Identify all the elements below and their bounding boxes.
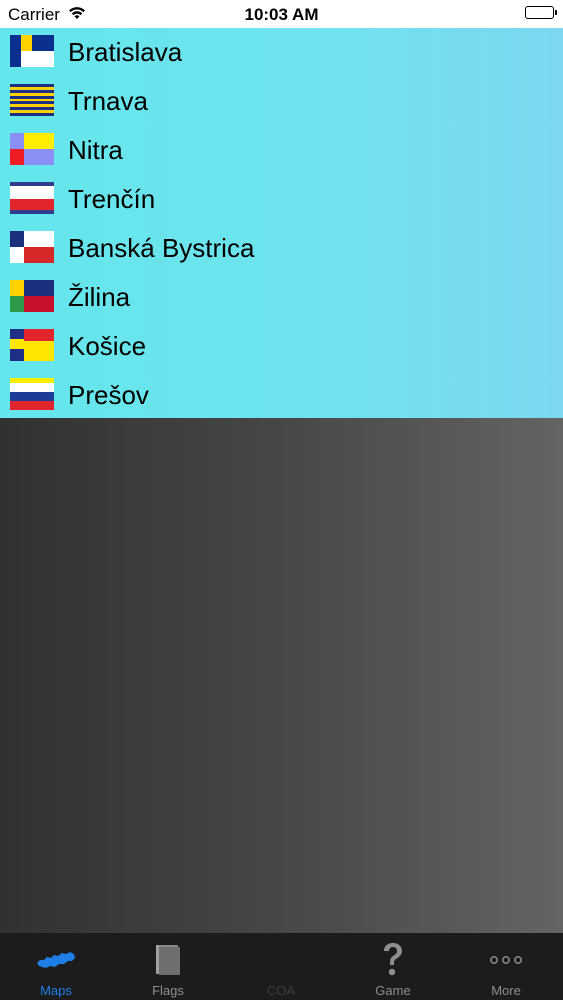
region-row-trnava[interactable]: Trnava (0, 77, 563, 125)
region-row-zilina[interactable]: Žilina (0, 273, 563, 321)
battery-icon (525, 6, 557, 19)
region-name: Prešov (68, 380, 149, 410)
region-name: Trnava (68, 86, 148, 116)
region-row-banska-bystrica[interactable]: Banská Bystrica (0, 224, 563, 272)
more-dots-icon (450, 939, 562, 981)
region-list: Bratislava Trnava Nitra Trenčín Banská B… (0, 28, 563, 418)
status-bar: Carrier 10:03 AM (0, 0, 563, 28)
tab-game[interactable]: Game (337, 933, 449, 1000)
tab-label: Game (375, 983, 411, 998)
region-name: Bratislava (68, 37, 183, 67)
coat-of-arms-icon (225, 939, 337, 981)
region-row-nitra[interactable]: Nitra (0, 126, 563, 174)
presov-flag-icon (10, 378, 54, 410)
tab-label: COA (266, 983, 296, 998)
region-row-trencin[interactable]: Trenčín (0, 175, 563, 223)
trencin-flag-icon (10, 182, 54, 214)
kosice-flag-icon (10, 329, 54, 361)
region-name: Žilina (68, 282, 131, 312)
slovakia-map-icon (0, 939, 112, 981)
tab-bar: Maps Flags COA Game More (0, 933, 563, 1000)
tab-label: Maps (40, 983, 72, 998)
region-name: Trenčín (68, 184, 156, 214)
nitra-flag-icon (10, 133, 54, 165)
tab-more[interactable]: More (450, 933, 562, 1000)
region-name: Banská Bystrica (68, 233, 255, 263)
tab-flags[interactable]: Flags (112, 933, 224, 1000)
trnava-flag-icon (10, 84, 54, 116)
region-name: Nitra (68, 135, 123, 165)
banska-bystrica-flag-icon (10, 231, 54, 263)
region-row-bratislava[interactable]: Bratislava (0, 28, 563, 76)
region-name: Košice (68, 331, 147, 361)
bratislava-flag-icon (10, 35, 54, 67)
tab-label: Flags (152, 983, 184, 998)
tab-label: More (491, 983, 521, 998)
region-row-presov[interactable]: Prešov (0, 371, 563, 419)
flags-book-icon (112, 939, 224, 981)
tab-coa[interactable]: COA (225, 933, 337, 1000)
tab-maps[interactable]: Maps (0, 933, 112, 1000)
zilina-flag-icon (10, 280, 54, 312)
content-background (0, 418, 563, 933)
clock-time: 10:03 AM (244, 5, 319, 24)
question-mark-icon (337, 939, 449, 981)
region-row-kosice[interactable]: Košice (0, 322, 563, 370)
